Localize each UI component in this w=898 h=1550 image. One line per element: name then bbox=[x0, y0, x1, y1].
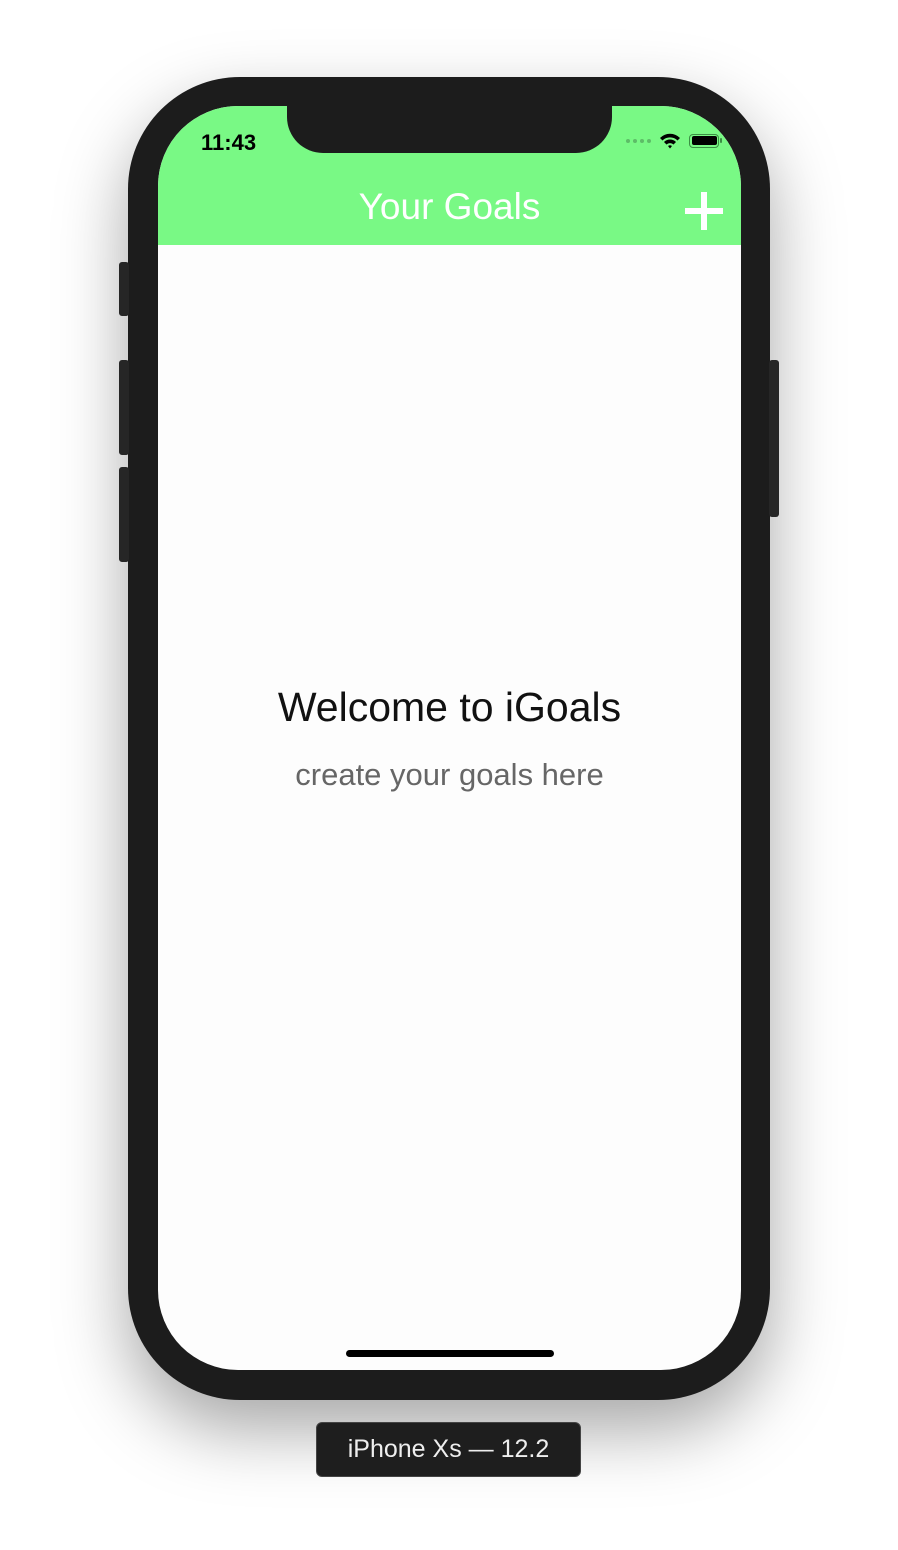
welcome-heading: Welcome to iGoals bbox=[277, 684, 622, 730]
power-button bbox=[769, 360, 779, 517]
home-indicator[interactable] bbox=[346, 1350, 554, 1357]
page-title: Your Goals bbox=[358, 186, 541, 227]
volume-up-button bbox=[119, 360, 129, 455]
signal-dots-icon bbox=[626, 138, 651, 143]
add-goal-button[interactable] bbox=[685, 192, 723, 230]
status-time: 11:43 bbox=[201, 130, 257, 155]
notch bbox=[287, 106, 612, 153]
status-icons bbox=[626, 132, 722, 149]
welcome-subtitle: create your goals here bbox=[295, 757, 604, 792]
device-label: iPhone Xs — 12.2 bbox=[316, 1422, 581, 1477]
volume-down-button bbox=[119, 467, 129, 562]
battery-icon bbox=[689, 133, 722, 148]
mute-switch bbox=[119, 262, 129, 316]
screen: 11:43 Your Goals Welcome to iGoals creat… bbox=[158, 106, 741, 1370]
wifi-icon bbox=[660, 133, 680, 149]
